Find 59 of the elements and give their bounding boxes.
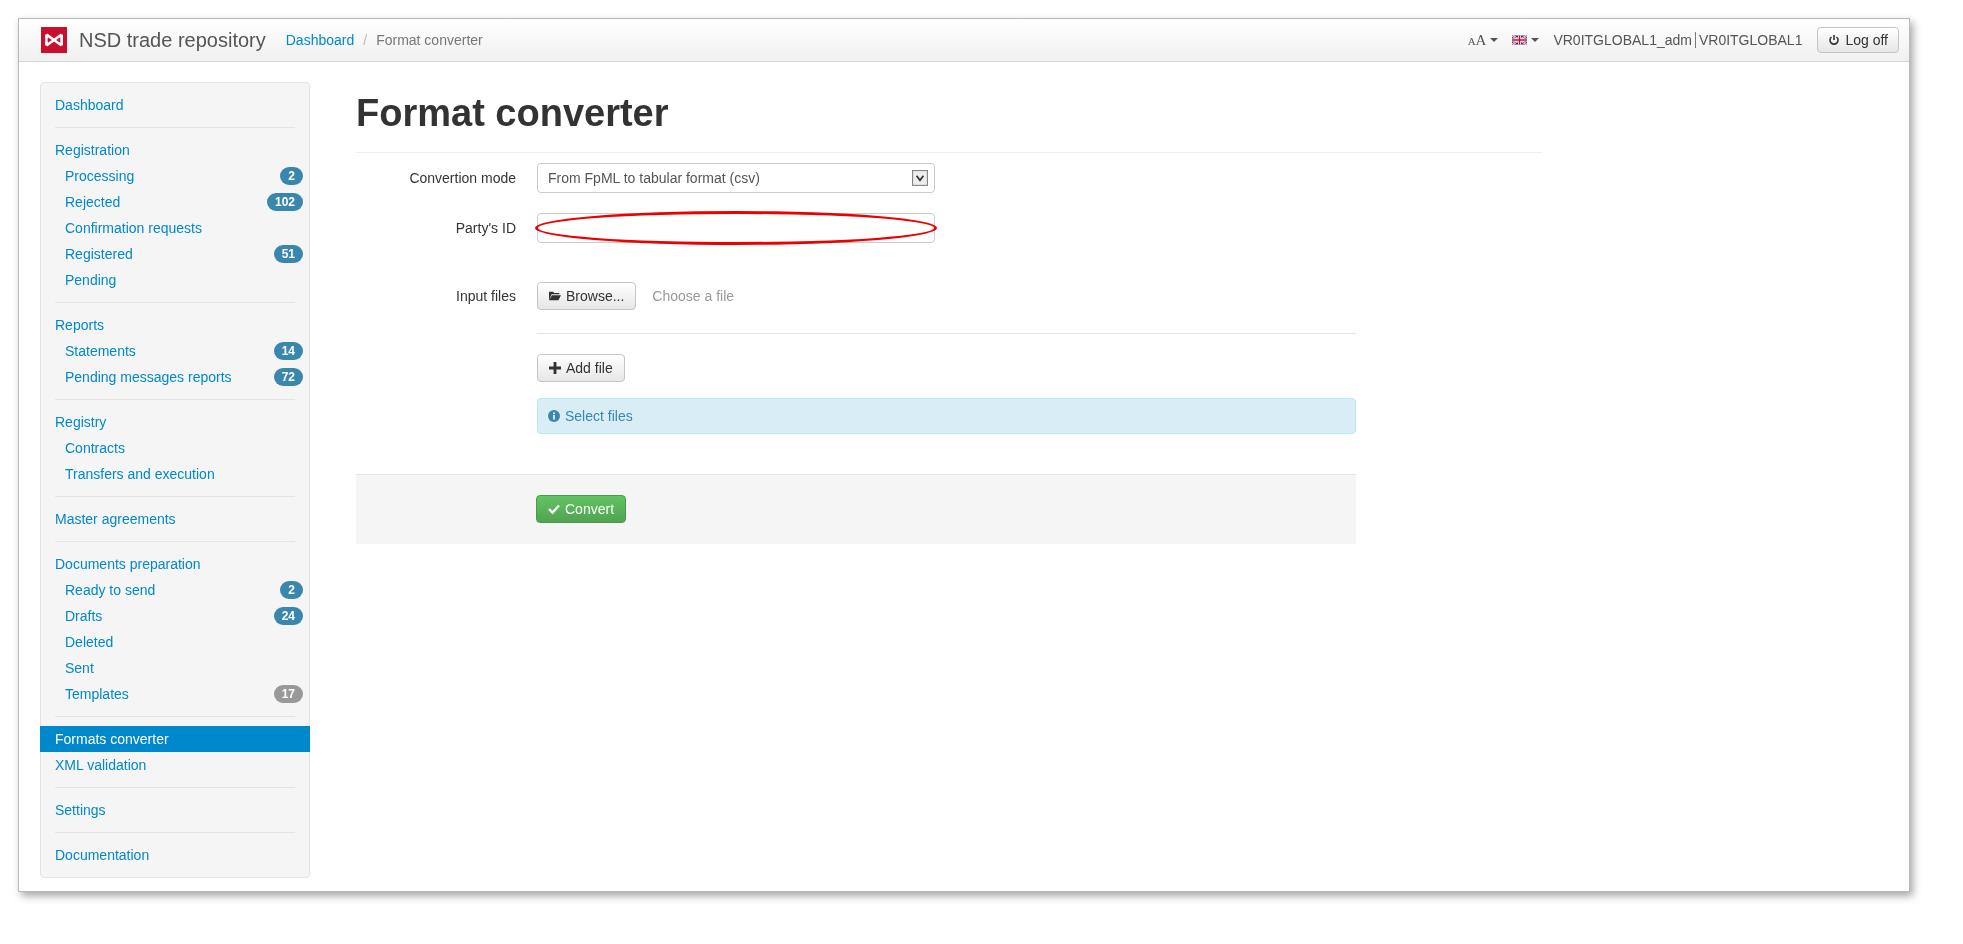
sidebar-subitem[interactable]: Templates	[65, 686, 129, 702]
count-badge: 102	[266, 193, 303, 211]
field-label: Input files	[455, 288, 517, 304]
folder-icon	[549, 290, 561, 302]
count-badge: 2	[280, 581, 303, 599]
sidebar-item[interactable]: Master agreements	[55, 506, 295, 532]
sidebar-item[interactable]: Registry	[55, 409, 295, 435]
checkmark-icon	[548, 503, 560, 515]
sidebar-subitem[interactable]: Statements	[65, 343, 136, 359]
flag-icon[interactable]	[1512, 35, 1528, 45]
count-badge: 2	[280, 167, 303, 185]
convert-button[interactable]: Convert	[536, 495, 627, 523]
sidebar-subitem[interactable]: Drafts	[65, 608, 103, 624]
info-icon	[548, 410, 560, 422]
account-name: VR0ITGLOBAL1	[1698, 32, 1803, 48]
sidebar-item[interactable]: Documents preparation	[55, 551, 295, 577]
mode-select[interactable]: From FpML to tabular format (csv)	[537, 163, 935, 193]
sidebar-subitem[interactable]: Confirmation requests	[65, 220, 202, 236]
alert-text: Select files	[565, 408, 633, 424]
count-badge: 14	[273, 342, 303, 360]
sidebar-item[interactable]: Settings	[55, 797, 295, 823]
caret-icon	[1490, 38, 1499, 42]
sidebar-subitem[interactable]: Ready to send	[65, 582, 156, 598]
count-badge: 24	[273, 607, 303, 625]
page-title: Format converter	[356, 82, 1542, 153]
logo-icon	[41, 27, 67, 53]
sidebar-item[interactable]: Registration	[55, 137, 295, 163]
sidebar-subitem[interactable]: Processing	[65, 168, 135, 184]
caret-icon[interactable]	[1531, 38, 1540, 42]
plus-icon	[549, 362, 561, 374]
sidebar-subitem[interactable]: Deleted	[65, 634, 114, 650]
count-badge: 51	[273, 245, 303, 263]
breadcrumb-separator: /	[363, 32, 368, 48]
user-name[interactable]: VR0ITGLOBAL1_adm	[1553, 32, 1692, 48]
count-badge: 72	[273, 368, 303, 386]
sidebar-item[interactable]: Formats converter	[40, 726, 310, 752]
browse-button[interactable]: Browse...	[537, 282, 637, 310]
power-icon	[1828, 34, 1841, 46]
sidebar-subitem[interactable]: Rejected	[65, 194, 121, 210]
font-size-menu[interactable]: AA	[1467, 31, 1499, 49]
field-label: Party's ID	[454, 220, 517, 236]
sidebar-item[interactable]: Documentation	[55, 842, 295, 868]
breadcrumb-current: Format converter	[376, 32, 483, 48]
breadcrumb-link[interactable]: Dashboard	[285, 32, 355, 48]
sidebar-subitem[interactable]: Registered	[65, 246, 133, 262]
sidebar-subitem[interactable]: Pending	[65, 272, 117, 288]
count-badge: 17	[273, 685, 303, 703]
field-label: Convertion mode	[408, 170, 517, 186]
sidebar-item[interactable]: Reports	[55, 312, 295, 338]
brand-name[interactable]: NSD trade repository	[79, 28, 266, 52]
sidebar-subitem[interactable]: Sent	[65, 660, 94, 676]
sidebar-subitem[interactable]: Pending messages reports	[65, 369, 232, 385]
logoff-button[interactable]: Log off	[1817, 27, 1899, 53]
add-file-button[interactable]: Add file	[537, 354, 625, 382]
file-status-text: Choose a file	[652, 288, 735, 304]
sidebar-item[interactable]: Dashboard	[55, 92, 295, 118]
sidebar-subitem[interactable]: Contracts	[65, 440, 125, 456]
sidebar-item[interactable]: XML validation	[55, 752, 295, 778]
sidebar-subitem[interactable]: Transfers and execution	[65, 466, 215, 482]
